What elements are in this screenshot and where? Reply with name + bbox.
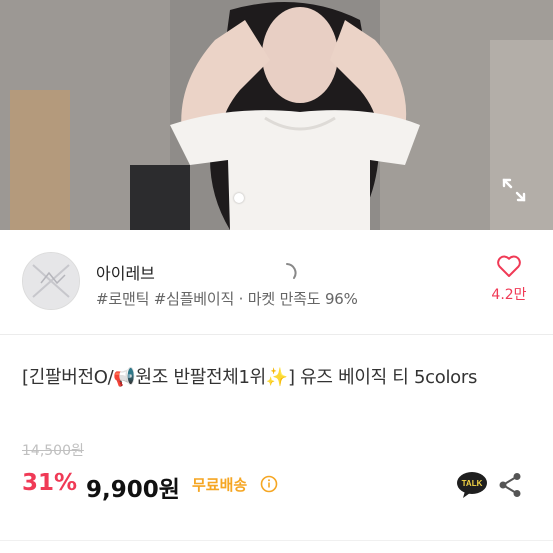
section-divider xyxy=(0,334,553,335)
sale-price: 9,900원 xyxy=(86,477,180,503)
info-circle-icon[interactable] xyxy=(260,475,278,493)
discount-rate: 31% xyxy=(22,470,78,496)
kakaotalk-icon[interactable]: TALK xyxy=(456,471,488,499)
shop-tags: #로맨틱 #심플베이직 · 마켓 만족도 96% xyxy=(96,290,358,308)
heart-outline-icon xyxy=(497,255,521,277)
product-title: [긴팔버전O/📢원조 반팔전체1위✨] 유즈 베이직 티 5colors xyxy=(22,367,478,388)
shop-name[interactable]: 아이레브 xyxy=(96,260,155,284)
free-shipping-badge: 무료배송 xyxy=(192,476,248,494)
talk-label: TALK xyxy=(462,479,483,488)
loading-spinner-icon xyxy=(286,263,297,279)
fullscreen-expand-icon[interactable] xyxy=(500,176,528,204)
carousel-dot-icon[interactable] xyxy=(234,193,244,203)
like-button[interactable]: 4.2만 xyxy=(484,254,534,304)
like-count: 4.2만 xyxy=(491,287,527,303)
bottom-divider xyxy=(0,540,553,541)
original-price: 14,500원 xyxy=(22,443,84,459)
product-image-carousel[interactable] xyxy=(0,0,553,230)
shop-info: 아이레브 #로맨틱 #심플베이직 · 마켓 만족도 96% 4.2만 xyxy=(0,230,553,334)
product-photo xyxy=(0,0,553,230)
shop-avatar-icon[interactable] xyxy=(22,252,80,310)
share-icon[interactable] xyxy=(498,472,522,498)
